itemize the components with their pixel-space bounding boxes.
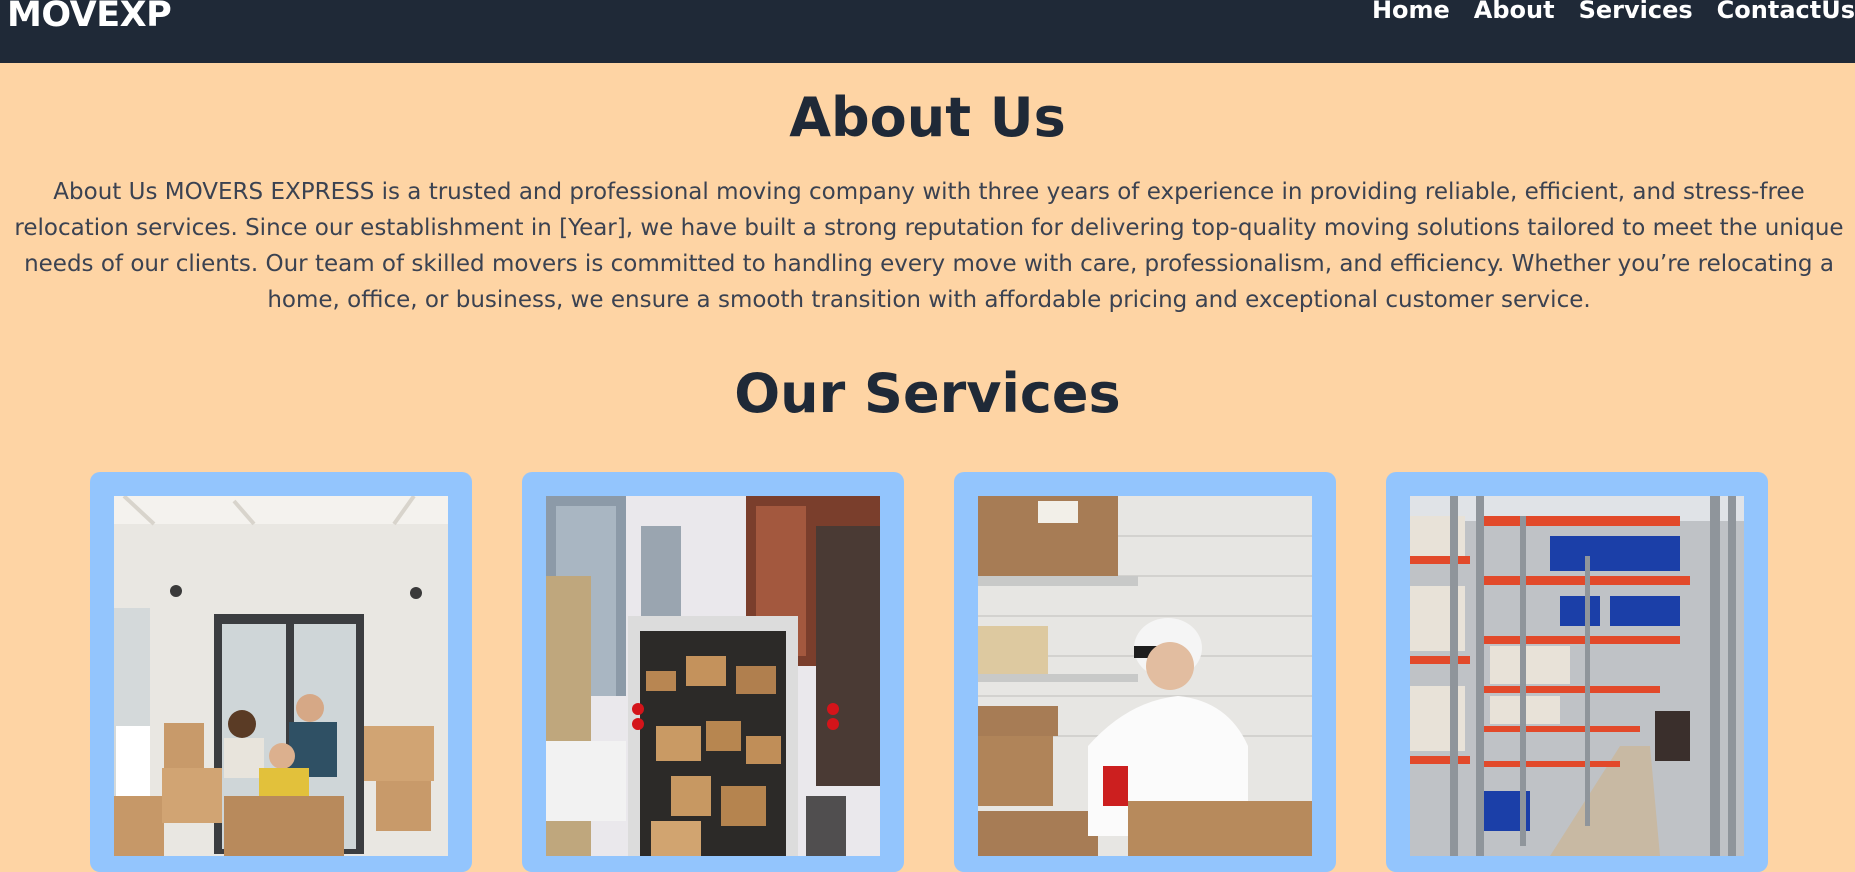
navbar: MOVEXP Home About Services ContactUs bbox=[0, 0, 1855, 63]
family-moving-photo bbox=[114, 496, 448, 856]
nav-link-about[interactable]: About bbox=[1474, 0, 1555, 24]
packing-worker-photo bbox=[978, 496, 1312, 856]
about-description: About Us MOVERS EXPRESS is a trusted and… bbox=[14, 179, 1844, 313]
nav-link-home[interactable]: Home bbox=[1372, 0, 1450, 24]
services-title: Our Services bbox=[734, 362, 1121, 425]
service-card-3[interactable] bbox=[954, 472, 1336, 872]
nav-link-services[interactable]: Services bbox=[1579, 0, 1693, 24]
service-card-1[interactable] bbox=[90, 472, 472, 872]
brand-logo[interactable]: MOVEXP bbox=[7, 0, 172, 35]
nav-links: Home About Services ContactUs bbox=[1372, 0, 1855, 24]
service-card-2[interactable] bbox=[522, 472, 904, 872]
service-card-4[interactable] bbox=[1386, 472, 1768, 872]
moving-truck-photo bbox=[546, 496, 880, 856]
about-title: About Us bbox=[789, 86, 1066, 149]
nav-link-contact[interactable]: ContactUs bbox=[1717, 0, 1855, 24]
warehouse-photo bbox=[1410, 496, 1744, 856]
